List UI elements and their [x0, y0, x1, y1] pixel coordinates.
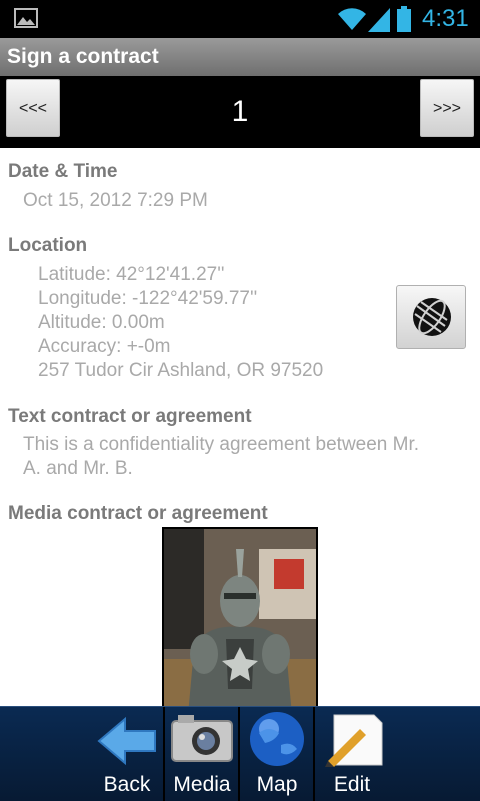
pager: <<< 1 >>> — [0, 76, 480, 148]
media-contract-heading: Media contract or agreement — [8, 503, 268, 524]
camera-icon — [171, 715, 233, 762]
knight-armor-photo — [164, 529, 316, 715]
bottom-action-bar: Back Media Map Edit — [0, 706, 480, 801]
page-title: Sign a contract — [7, 45, 159, 68]
image-notification-icon — [14, 8, 38, 28]
latitude-value: Latitude: 42°12'41.27'' — [38, 264, 225, 285]
text-contract-line1: This is a confidentiality agreement betw… — [23, 434, 420, 455]
wifi-icon — [338, 8, 366, 30]
address-value: 257 Tudor Cir Ashland, OR 97520 — [38, 360, 324, 381]
battery-icon — [397, 6, 411, 32]
media-label: Media — [173, 773, 231, 796]
accuracy-value: Accuracy: +-0m — [38, 336, 171, 357]
media-tab[interactable]: Media — [165, 707, 239, 801]
map-tab[interactable]: Map — [240, 707, 314, 801]
altitude-value: Altitude: 0.00m — [38, 312, 165, 333]
edit-pencil-icon — [325, 714, 383, 767]
text-contract-line2: A. and Mr. B. — [23, 458, 133, 479]
text-contract-heading: Text contract or agreement — [8, 406, 252, 427]
page-number: 1 — [231, 95, 249, 128]
longitude-value: Longitude: -122°42'59.77'' — [38, 288, 258, 309]
back-label: Back — [103, 773, 151, 796]
globe-icon — [413, 298, 451, 336]
back-arrow-icon — [97, 716, 156, 766]
map-location-button[interactable] — [396, 285, 466, 349]
back-tab[interactable]: Back — [90, 707, 164, 801]
title-bar: Sign a contract — [0, 38, 480, 77]
location-heading: Location — [8, 235, 88, 256]
globe-icon — [250, 712, 304, 766]
datetime-value: Oct 15, 2012 7:29 PM — [23, 190, 208, 211]
next-button[interactable]: >>> — [420, 79, 474, 137]
datetime-heading: Date & Time — [8, 161, 118, 182]
status-bar: 4:31 — [0, 0, 480, 38]
edit-tab[interactable]: Edit — [315, 707, 389, 801]
edit-label: Edit — [333, 773, 371, 796]
media-contract-image[interactable] — [162, 527, 318, 717]
map-label: Map — [256, 773, 298, 796]
status-time: 4:31 — [422, 5, 469, 32]
signal-icon — [368, 8, 390, 32]
